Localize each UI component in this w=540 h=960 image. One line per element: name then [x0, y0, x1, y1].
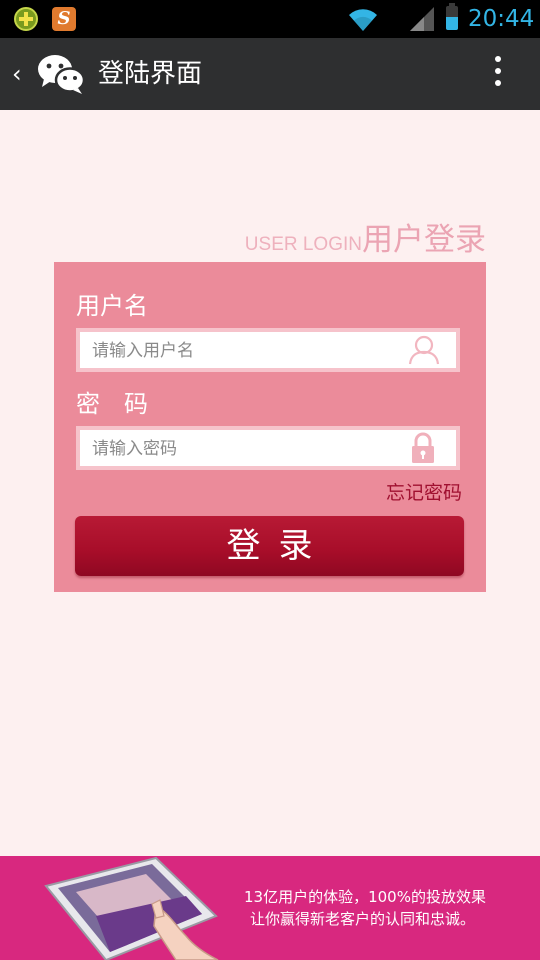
login-button[interactable]: 登录 [75, 516, 464, 576]
user-icon [408, 335, 440, 365]
wifi-icon [349, 9, 377, 31]
phone-hand-illustration [44, 856, 219, 960]
signal-icon [410, 7, 434, 31]
wechat-icon[interactable] [36, 52, 86, 96]
login-card: 用户名 密 码 忘记密码 登录 [54, 262, 486, 592]
back-icon[interactable]: ‹ [12, 60, 26, 88]
login-header-cn: 用户登录 [362, 222, 486, 258]
ad-text-line-1: 13亿用户的体验，100%的投放效果 [244, 888, 486, 906]
status-bar: S 20:44 [0, 0, 540, 38]
lock-icon [412, 432, 434, 463]
password-input[interactable] [90, 430, 394, 468]
status-time: 20:44 [468, 6, 535, 32]
ad-banner[interactable]: 13亿用户的体验，100%的投放效果 让你赢得新老客户的认同和忠诚。 [0, 856, 540, 960]
page-title: 登陆界面 [98, 59, 203, 89]
action-bar: ‹ 登陆界面 [0, 38, 540, 110]
username-input[interactable] [90, 332, 394, 370]
password-field-box[interactable] [76, 426, 460, 470]
sogou-input-icon: S [52, 7, 76, 31]
overflow-menu-icon[interactable] [488, 56, 508, 92]
ad-text-line-2: 让你赢得新老客户的认同和忠诚。 [250, 910, 476, 928]
username-field-box[interactable] [76, 328, 460, 372]
username-label: 用户名 [76, 292, 148, 320]
login-header-en: USER LOGIN [244, 234, 362, 255]
password-label: 密 码 [76, 390, 148, 418]
app-notification-icon [14, 7, 38, 31]
forgot-password-link[interactable]: 忘记密码 [386, 478, 462, 505]
battery-icon [446, 3, 458, 30]
login-header: USER LOGIN用户登录 [244, 214, 486, 258]
